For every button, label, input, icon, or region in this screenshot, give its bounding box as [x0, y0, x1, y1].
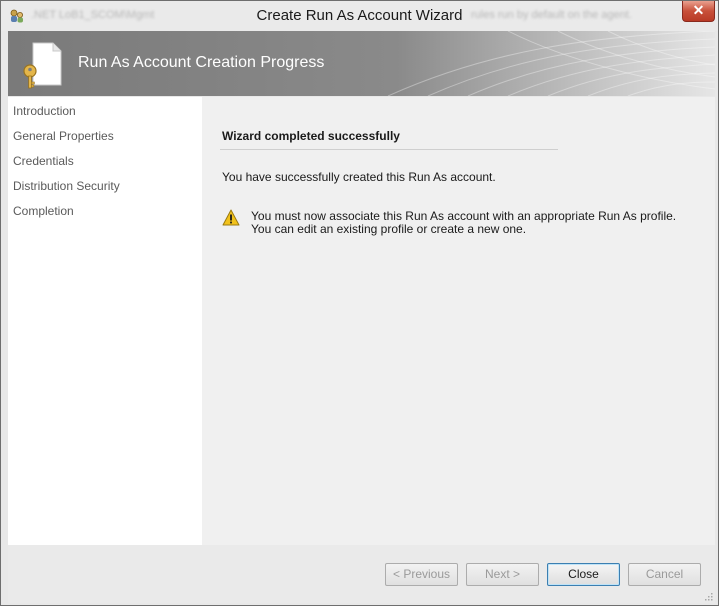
close-button[interactable]: Close	[547, 563, 620, 586]
cancel-button[interactable]: Cancel	[628, 563, 701, 586]
nav-item-distribution-security[interactable]: Distribution Security	[13, 179, 120, 193]
warning-icon	[222, 209, 240, 226]
heading-divider	[220, 149, 558, 150]
success-message: You have successfully created this Run A…	[222, 170, 496, 184]
previous-button[interactable]: < Previous	[385, 563, 458, 586]
nav-item-completion[interactable]: Completion	[13, 204, 74, 218]
warning-message-line2: You can edit an existing profile or crea…	[251, 222, 527, 236]
page-header: Run As Account Creation Progress	[8, 31, 715, 96]
wizard-window: .NET LoB1_SCOM\Mgmt rules run by default…	[0, 0, 719, 606]
close-window-button[interactable]: ✕	[682, 1, 715, 22]
window-title: Create Run As Account Wizard	[256, 7, 463, 24]
wizard-steps-nav: Introduction General Properties Credenti…	[8, 97, 202, 545]
nav-item-introduction[interactable]: Introduction	[13, 104, 76, 118]
title-bar[interactable]: .NET LoB1_SCOM\Mgmt rules run by default…	[1, 1, 718, 31]
warning-message-line1: You must now associate this Run As accou…	[251, 209, 677, 223]
close-icon: ✕	[692, 2, 705, 18]
content-panel: Wizard completed successfully You have s…	[202, 97, 715, 545]
resize-grip-icon[interactable]	[703, 591, 713, 601]
completion-heading: Wizard completed successfully	[222, 129, 400, 143]
nav-item-credentials[interactable]: Credentials	[13, 154, 74, 168]
next-button[interactable]: Next >	[466, 563, 539, 586]
nav-item-general-properties[interactable]: General Properties	[13, 129, 114, 143]
document-key-icon	[23, 42, 62, 89]
page-title: Run As Account Creation Progress	[78, 54, 325, 71]
button-bar: < Previous Next > Close Cancel	[8, 545, 715, 603]
